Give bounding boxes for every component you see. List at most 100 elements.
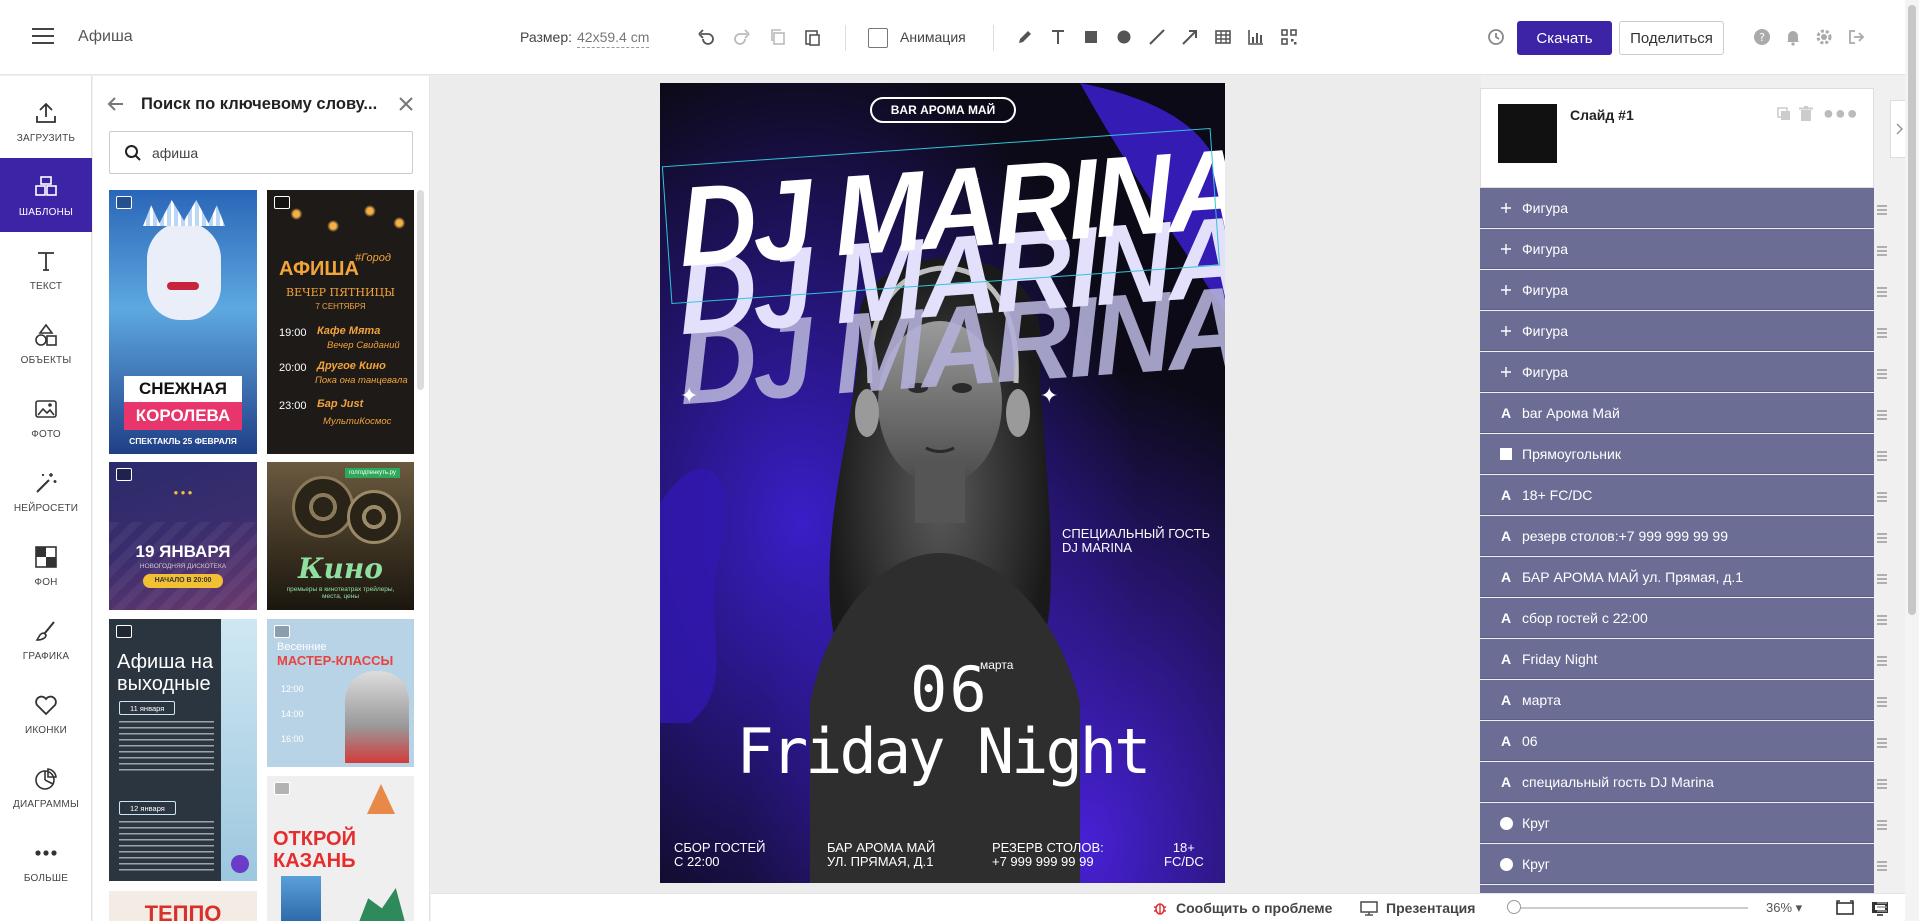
layer-row[interactable]: Фигура [1480,352,1874,392]
pencil-icon[interactable] [1014,26,1036,48]
search-input[interactable] [152,140,402,166]
chevron-right-icon[interactable] [1890,100,1906,158]
redo-icon[interactable] [731,26,753,48]
layer-row[interactable]: Aрезерв столов:+7 999 999 99 99 [1480,516,1874,556]
drag-handle-icon[interactable] [1876,367,1888,379]
drag-handle-icon[interactable] [1876,818,1888,830]
date-month[interactable]: марта [980,658,1013,672]
copy-icon[interactable] [767,26,789,48]
drag-handle-icon[interactable] [1876,613,1888,625]
page-scrollbar[interactable] [1905,0,1919,921]
layer-row[interactable]: Фигура [1480,311,1874,351]
layer-row[interactable]: Aсбор гостей с 22:00 [1480,598,1874,638]
rail-item-icons[interactable]: ИКОНКИ [0,676,92,750]
text-tool-icon[interactable] [1047,26,1069,48]
drag-handle-icon[interactable] [1876,695,1888,707]
document-title[interactable]: Афиша [78,28,133,46]
drag-handle-icon[interactable] [1876,736,1888,748]
layer-row[interactable]: Abar Арома Май [1480,393,1874,433]
table-tool-icon[interactable] [1212,26,1234,48]
layer-row[interactable]: A БАР АРОМА МАЙ ул. Прямая, д.1 [1480,557,1874,597]
drag-handle-icon[interactable] [1876,859,1888,871]
rail-item-objects[interactable]: ОБЪЕКТЫ [0,306,92,380]
zoom-dropdown[interactable]: 36% ▾ [1766,900,1802,916]
rail-item-upload[interactable]: ЗАГРУЗИТЬ [0,84,92,158]
share-button[interactable]: Поделиться [1619,21,1724,55]
footer-age[interactable]: 18+ FC/DC [1164,841,1204,869]
footer-gathering[interactable]: СБОР ГОСТЕЙ С 22:00 [674,841,766,869]
drag-handle-icon[interactable] [1876,408,1888,420]
rectangle-tool-icon[interactable] [1080,26,1102,48]
drag-handle-icon[interactable] [1876,531,1888,543]
layer-row[interactable]: Aспециальный гость DJ Marina [1480,762,1874,802]
logout-icon[interactable] [1845,26,1867,48]
layer-row[interactable]: Круг [1480,885,1874,893]
rail-item-more[interactable]: БОЛЬШЕ [0,824,92,898]
layer-row[interactable]: A 18+ FC/DC [1480,475,1874,515]
qr-code-icon[interactable] [1278,26,1300,48]
event-title[interactable]: Friday Night [660,715,1225,788]
template-thumb-afisha-city[interactable]: АФИША #Город ВЕЧЕР ПЯТНИЦЫ 7 СЕНТЯБРЯ 19… [267,190,414,454]
drag-handle-icon[interactable] [1876,449,1888,461]
duplicate-slide-icon[interactable] [1777,107,1791,126]
delete-slide-icon[interactable] [1799,106,1813,127]
history-icon[interactable] [1485,26,1507,48]
animation-label[interactable]: Анимация [900,29,966,45]
rail-item-charts[interactable]: ДИАГРАММЫ [0,750,92,824]
drag-handle-icon[interactable] [1876,572,1888,584]
layer-row[interactable]: Круг [1480,803,1874,843]
circle-tool-icon[interactable] [1113,26,1135,48]
bar-name-pill[interactable]: BAR АРОМА МАЙ [870,97,1016,123]
rail-item-text[interactable]: ТЕКСТ [0,232,92,306]
zoom-slider-handle[interactable] [1507,900,1521,914]
download-button[interactable]: Скачать [1517,21,1612,55]
template-thumb-weekend[interactable]: Афиша на выходные 11 января 12 января [109,619,257,881]
report-problem-button[interactable]: Сообщить о проблеме [1152,900,1332,916]
scrollbar-thumb[interactable] [1908,5,1916,615]
help-icon[interactable]: ? [1751,26,1773,48]
arrow-tool-icon[interactable] [1179,26,1201,48]
layer-row[interactable]: A Friday Night [1480,639,1874,679]
chart-tool-icon[interactable] [1245,26,1267,48]
layer-row[interactable]: Прямоугольник [1480,434,1874,474]
slide-more-icon[interactable]: ●●● [1823,103,1859,124]
layer-row[interactable]: Фигура [1480,188,1874,228]
template-thumb-disco[interactable]: ● ● ● 19 ЯНВАРЯ НОВОГОДНЯЯ ДИСКОТЕКА НАЧ… [109,462,257,610]
drag-handle-icon[interactable] [1876,326,1888,338]
drag-handle-icon[interactable] [1876,203,1888,215]
bell-icon[interactable] [1782,26,1804,48]
poster-canvas[interactable]: BAR АРОМА МАЙ DJ MARINA DJ MARINA DJ MAR… [660,83,1225,883]
rail-item-graphics[interactable]: ГРАФИКА [0,602,92,676]
template-thumb-snow-queen[interactable]: СНЕЖНАЯ КОРОЛЕВА СПЕКТАКЛЬ 25 ФЕВРАЛЯ [109,190,257,454]
drag-handle-icon[interactable] [1876,490,1888,502]
size-value[interactable]: 42x59.4 cm [577,29,650,48]
menu-icon[interactable] [32,28,54,46]
drag-handle-icon[interactable] [1876,900,1888,912]
rail-item-background[interactable]: ФОН [0,528,92,602]
paste-icon[interactable] [801,26,823,48]
footer-reservation[interactable]: РЕЗЕРВ СТОЛОВ: +7 999 999 99 99 [992,841,1104,869]
drag-handle-icon[interactable] [1876,654,1888,666]
template-thumb-master-classes[interactable]: Весенние МАСТЕР-КЛАССЫ 12:00 14:00 16:00 [267,619,414,767]
template-thumb-kino[interactable]: голгодпенкуть.ру Кино премьеры в кинотеа… [267,462,414,610]
fit-screen-icon[interactable] [1836,900,1854,921]
drag-handle-icon[interactable] [1876,777,1888,789]
template-thumb-kazan[interactable]: ОТКРОЙ КАЗАНЬ [267,776,414,921]
layer-row[interactable]: Фигура [1480,270,1874,310]
line-tool-icon[interactable] [1146,26,1168,48]
animation-checkbox[interactable] [868,28,888,48]
slide-thumbnail[interactable] [1498,104,1557,163]
search-field[interactable] [109,131,413,174]
back-arrow-icon[interactable] [106,94,126,114]
settings-gear-icon[interactable] [1813,26,1835,48]
rail-item-photo[interactable]: ФОТО [0,380,92,454]
zoom-slider-track[interactable] [1510,907,1748,909]
footer-address[interactable]: БАР АРОМА МАЙ УЛ. ПРЯМАЯ, Д.1 [827,841,935,869]
layer-row[interactable]: Фигура [1480,229,1874,269]
drag-handle-icon[interactable] [1876,244,1888,256]
drag-handle-icon[interactable] [1876,285,1888,297]
template-thumb-teplo[interactable]: ТЕППО [109,891,257,921]
layer-row[interactable]: Круг [1480,844,1874,884]
close-icon[interactable] [396,94,416,114]
layer-row[interactable]: Aмарта [1480,680,1874,720]
